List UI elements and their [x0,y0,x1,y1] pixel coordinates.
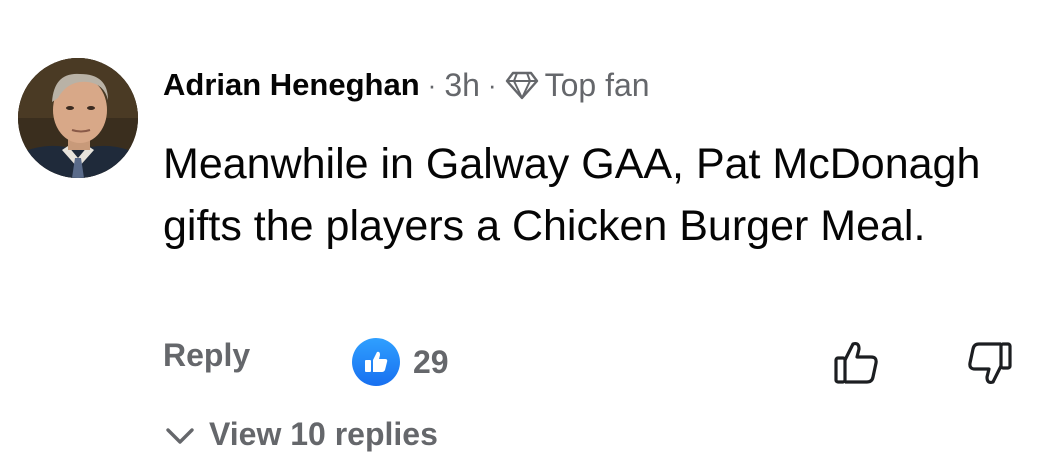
chevron-down-icon [166,427,194,444]
separator-dot: · [427,69,437,100]
top-fan-badge: Top fan [544,66,650,103]
view-replies-button[interactable]: View 10 replies [163,416,438,453]
reaction-summary[interactable]: 29 [352,338,449,386]
author-name[interactable]: Adrian Heneghan [163,67,420,103]
downvote-button[interactable] [964,338,1014,388]
thumbs-up-icon [352,338,400,386]
upvote-button[interactable] [832,338,882,388]
comment-header: Adrian Heneghan · 3h · Top fan [163,64,650,106]
view-replies-label: View 10 replies [209,416,438,452]
diamond-icon [505,70,539,100]
avatar[interactable] [18,58,138,178]
comment-text: Meanwhile in Galway GAA, Pat McDonagh gi… [163,140,981,250]
thumbs-up-outline-icon [834,341,878,384]
reaction-count: 29 [413,343,449,380]
comment: Adrian Heneghan · 3h · Top fan Meanwhile… [0,0,1058,469]
thumbs-down-outline-icon [968,342,1012,385]
separator-dot: · [487,69,497,100]
timestamp[interactable]: 3h [444,67,480,104]
reply-button[interactable]: Reply [163,337,250,374]
